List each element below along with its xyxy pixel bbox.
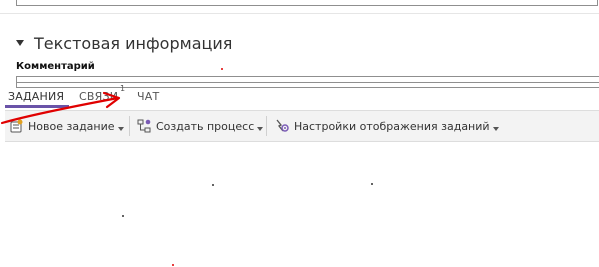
- annotation-dot: [221, 68, 223, 70]
- process-icon: [137, 119, 151, 133]
- tab-links-badge: 1: [120, 84, 126, 93]
- new-task-label: Новое задание: [28, 119, 115, 133]
- section-title: Текстовая информация: [34, 33, 233, 53]
- chevron-down-icon: [117, 127, 124, 131]
- new-task-icon: [10, 119, 23, 133]
- create-process-label: Создать процесс: [156, 119, 255, 133]
- toolbar-separator: [129, 116, 130, 136]
- collapse-triangle-icon[interactable]: [16, 40, 24, 46]
- comment-label: Комментарий: [16, 61, 95, 72]
- active-tab-indicator: [5, 105, 69, 108]
- task-display-settings-label: Настройки отображения заданий: [294, 119, 490, 133]
- stray-dot: [122, 215, 124, 217]
- tab-chat[interactable]: ЧАТ: [137, 90, 159, 103]
- stray-dot: [371, 183, 373, 185]
- new-task-button[interactable]: Новое задание: [8, 111, 124, 141]
- tasks-toolbar: Новое задание Создать процесс Настройки …: [5, 110, 599, 142]
- chevron-down-icon: [257, 127, 264, 131]
- tab-links[interactable]: СВЯЗИ: [79, 90, 118, 103]
- chevron-down-icon: [492, 127, 499, 131]
- divider: [0, 13, 599, 14]
- previous-field-bottom: [16, 0, 598, 6]
- section-header-text-info[interactable]: Текстовая информация: [16, 32, 232, 54]
- toolbar-separator: [266, 116, 267, 136]
- tabs-bar: ЗАДАНИЯ СВЯЗИ 1 ЧАТ: [0, 84, 599, 109]
- create-process-button[interactable]: Создать процесс: [136, 111, 264, 141]
- settings-gear-icon: [276, 119, 289, 132]
- tab-tasks[interactable]: ЗАДАНИЯ: [8, 90, 64, 103]
- task-display-settings-button[interactable]: Настройки отображения заданий: [274, 111, 499, 141]
- annotation-dot: [172, 264, 174, 266]
- stray-dot: [212, 184, 214, 186]
